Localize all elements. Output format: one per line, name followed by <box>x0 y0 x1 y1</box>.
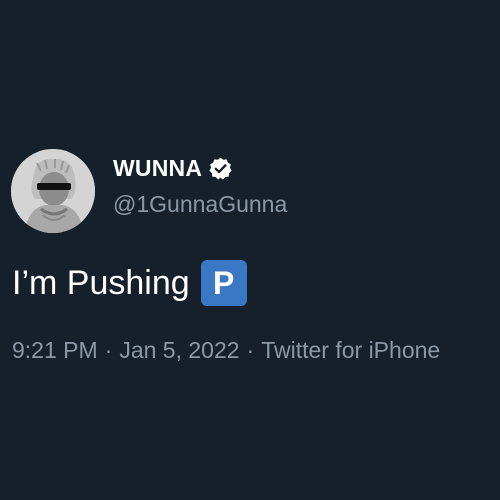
author-name-row: WUNNA <box>113 152 233 184</box>
tweet-card: WUNNA @1GunnaGunna I’m Pushing P 9:21 PM… <box>0 0 500 500</box>
meta-separator: · <box>104 337 113 363</box>
tweet-source[interactable]: Twitter for iPhone <box>261 337 440 363</box>
avatar-image <box>11 149 95 233</box>
tweet-date[interactable]: Jan 5, 2022 <box>119 337 239 363</box>
parking-sign-emoji-icon: P <box>200 260 247 306</box>
tweet-metadata: 9:21 PM · Jan 5, 2022 · Twitter for iPhone <box>12 337 440 364</box>
author-display-name[interactable]: WUNNA <box>113 155 202 182</box>
tweet-body: I’m Pushing P <box>12 258 247 308</box>
tweet-time[interactable]: 9:21 PM <box>12 337 98 363</box>
verified-badge-icon <box>208 156 233 181</box>
tweet-text: I’m Pushing <box>12 263 190 302</box>
author-avatar[interactable] <box>11 149 95 233</box>
author-handle[interactable]: @1GunnaGunna <box>113 191 287 218</box>
meta-separator: · <box>246 337 255 363</box>
